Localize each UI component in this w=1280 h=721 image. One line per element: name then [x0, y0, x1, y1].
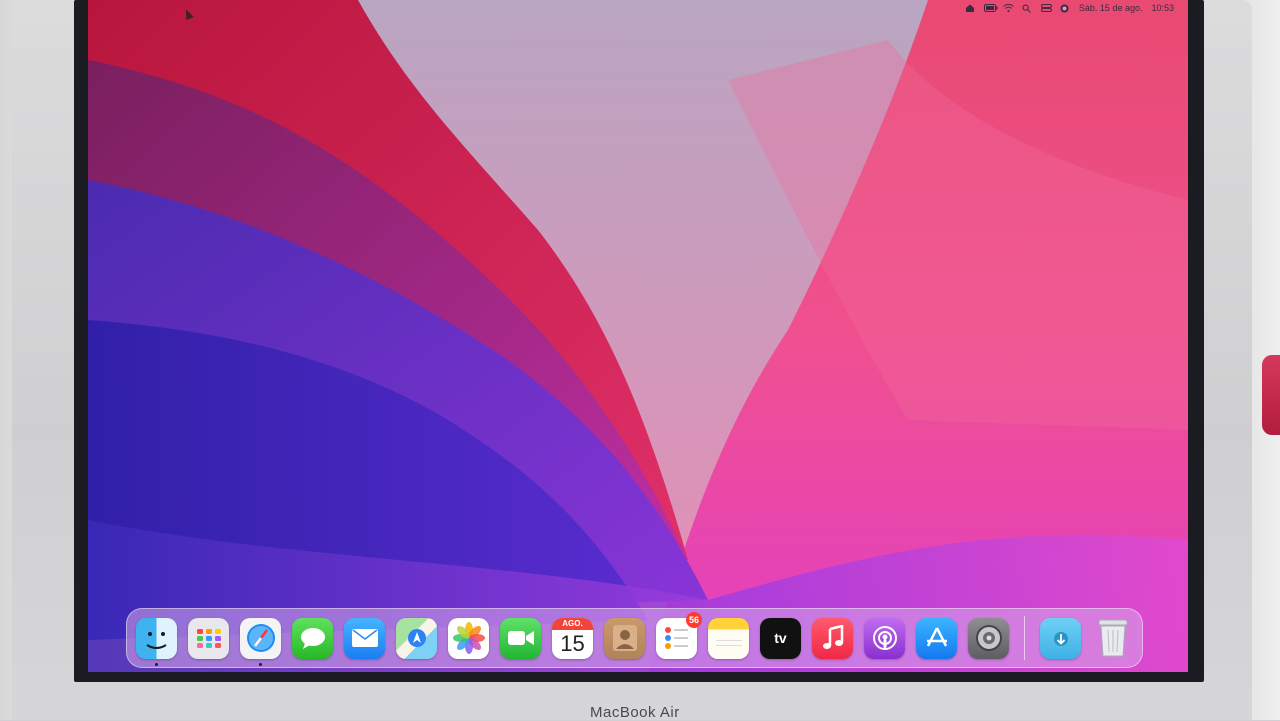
reminders-badge: 56 [686, 611, 702, 628]
photos-icon[interactable] [448, 617, 489, 659]
siri-icon[interactable] [1060, 4, 1070, 13]
menu-bar: Sáb. 15 de ago. 10:53 [904, 0, 1188, 16]
finder-icon[interactable] [136, 617, 177, 666]
trash-icon[interactable] [1092, 618, 1133, 659]
apple-tv-icon[interactable]: tv [760, 617, 801, 659]
contacts-icon[interactable] [604, 617, 645, 659]
facetime-icon[interactable] [500, 617, 541, 659]
menu-bar-time[interactable]: 10:53 [1151, 3, 1174, 13]
launchpad-icon[interactable] [188, 617, 229, 659]
calendar-icon[interactable]: AGO. 15 [552, 617, 593, 659]
system-preferences-icon[interactable] [968, 617, 1009, 659]
podcasts-icon[interactable] [864, 617, 905, 659]
calendar-day: 15 [560, 630, 585, 656]
battery-icon[interactable] [983, 4, 998, 12]
dock-separator [1024, 616, 1025, 660]
messages-icon[interactable] [292, 617, 333, 659]
macbook-brand-label: MacBook Air [590, 704, 680, 721]
safari-icon[interactable] [240, 617, 281, 666]
notes-icon[interactable] [708, 617, 749, 659]
downloads-folder-icon[interactable] [1040, 617, 1081, 659]
red-object [1262, 355, 1280, 435]
wallpaper [88, 0, 1188, 672]
app-store-icon[interactable] [916, 617, 957, 659]
menu-bar-date[interactable]: Sáb. 15 de ago. [1079, 3, 1143, 13]
running-indicator [259, 662, 262, 666]
apple-tv-label: tv [774, 630, 787, 646]
calendar-month: AGO. [552, 617, 593, 630]
reminders-icon[interactable]: 56 [656, 611, 702, 659]
search-icon[interactable] [1022, 4, 1032, 13]
control-center-icon[interactable] [1040, 4, 1052, 12]
maps-icon[interactable] [396, 617, 437, 659]
dock: AGO. 15 56 tv [126, 608, 1143, 668]
wifi-icon[interactable] [1003, 3, 1014, 12]
music-icon[interactable] [812, 617, 853, 659]
mail-icon[interactable] [344, 617, 385, 659]
running-indicator [155, 662, 158, 666]
home-icon[interactable] [965, 4, 975, 12]
desktop-screen: Sáb. 15 de ago. 10:53 AGO. 15 56 tv [88, 0, 1188, 672]
